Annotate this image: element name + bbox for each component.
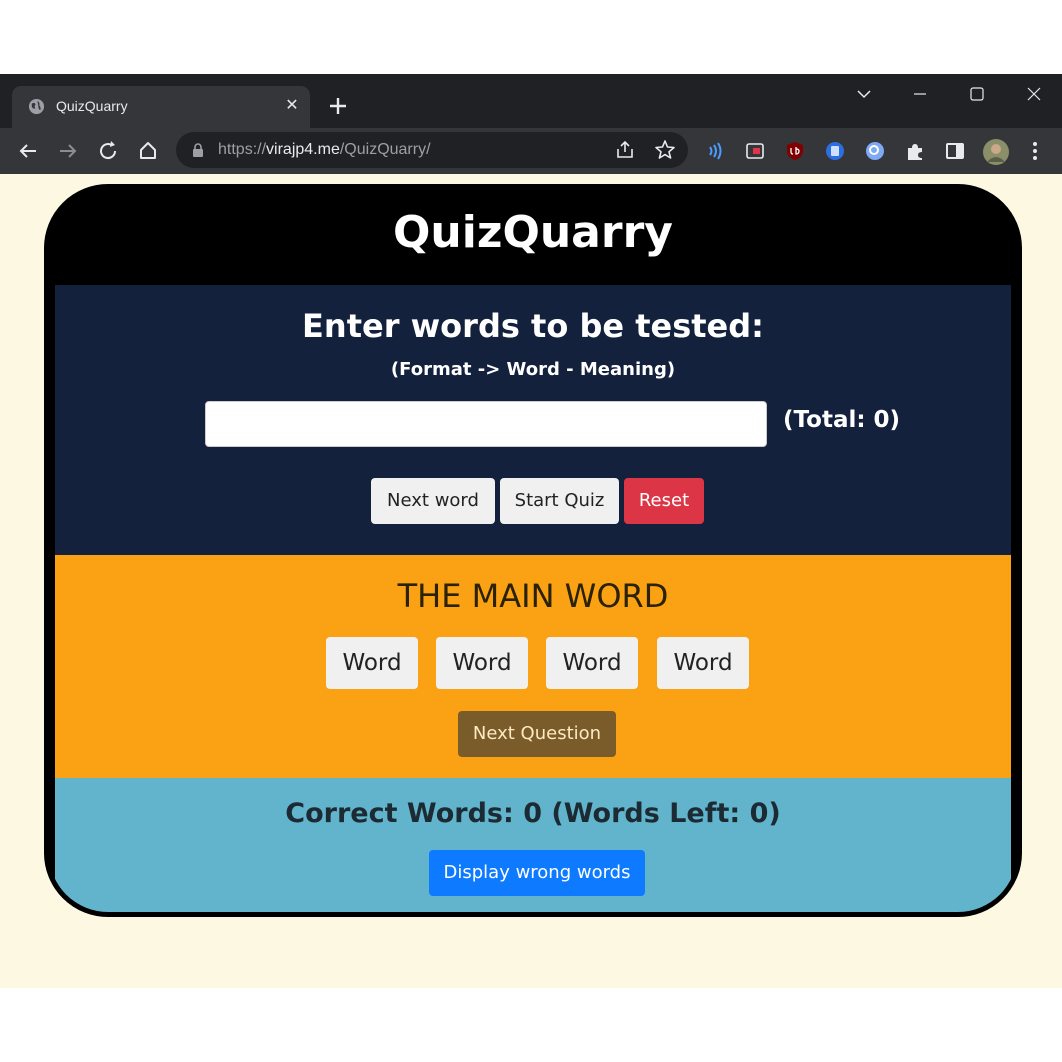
minimize-icon[interactable] [900,82,940,106]
word-input[interactable] [205,401,767,447]
next-question-button[interactable]: Next Question [458,711,616,757]
app-title: QuizQuarry [393,207,673,258]
score-text: Correct Words: 0 (Words Left: 0) [285,798,781,829]
reload-icon[interactable] [96,139,120,163]
ublock-shield-icon[interactable] [784,140,806,162]
main-word: THE MAIN WORD [397,577,669,615]
word-entry-section: Enter words to be tested: (Format -> Wor… [55,285,1011,555]
tab-title: QuizQuarry [56,98,128,114]
browser-toolbar: https://virajp4.me/QuizQuarry/ [0,128,1062,174]
forward-arrow-icon[interactable] [56,139,80,163]
side-panel-icon[interactable] [944,140,966,162]
option-button-3[interactable]: Word [546,637,638,689]
format-hint: (Format -> Word - Meaning) [390,359,676,380]
profile-avatar-icon[interactable] [982,138,1010,166]
reset-button[interactable]: Reset [624,478,704,524]
search-extension-icon[interactable] [864,140,886,162]
bookmark-star-icon[interactable] [654,139,676,161]
podcast-extension-icon[interactable] [704,140,726,162]
new-tab-icon[interactable] [326,94,350,118]
url-prefix: https:// [218,141,267,158]
maximize-icon[interactable] [957,82,997,106]
url-host: virajp4.me [266,141,340,158]
total-count: (Total: 0) [783,407,901,433]
home-icon[interactable] [136,139,160,163]
docs-extension-icon[interactable] [824,140,846,162]
display-wrong-words-button[interactable]: Display wrong words [429,850,645,896]
url-path: /QuizQuarry/ [339,141,431,158]
tab-search-chevron-icon[interactable] [844,82,884,106]
lock-icon[interactable] [192,143,204,157]
app-header: QuizQuarry [49,189,1017,285]
browser-window: QuizQuarry ✕ https://virajp4.me/QuizQuar… [0,74,1062,988]
start-quiz-button[interactable]: Start Quiz [500,478,619,524]
quiz-card: QuizQuarry Enter words to be tested: (Fo… [44,184,1022,917]
back-arrow-icon[interactable] [16,139,40,163]
next-word-button[interactable]: Next word [371,478,495,524]
tab-bar: QuizQuarry ✕ [0,74,1062,128]
close-window-icon[interactable] [1014,82,1054,106]
screen-recorder-extension-icon[interactable] [744,140,766,162]
tab-close-icon[interactable]: ✕ [282,95,302,115]
share-icon[interactable] [614,139,636,161]
globe-icon [28,98,45,115]
option-button-2[interactable]: Word [436,637,528,689]
address-bar[interactable]: https://virajp4.me/QuizQuarry/ [176,132,688,168]
quiz-section: THE MAIN WORD Word Word Word Word Next Q… [55,555,1011,778]
tab-quizquarry[interactable]: QuizQuarry ✕ [12,86,310,128]
option-button-4[interactable]: Word [657,637,749,689]
entry-heading: Enter words to be tested: [302,307,764,345]
more-menu-icon[interactable] [1024,140,1046,162]
url-text: https://virajp4.me/QuizQuarry/ [218,141,431,159]
score-section: Correct Words: 0 (Words Left: 0) Display… [55,778,1011,912]
extensions-puzzle-icon[interactable] [904,140,926,162]
option-button-1[interactable]: Word [326,637,418,689]
